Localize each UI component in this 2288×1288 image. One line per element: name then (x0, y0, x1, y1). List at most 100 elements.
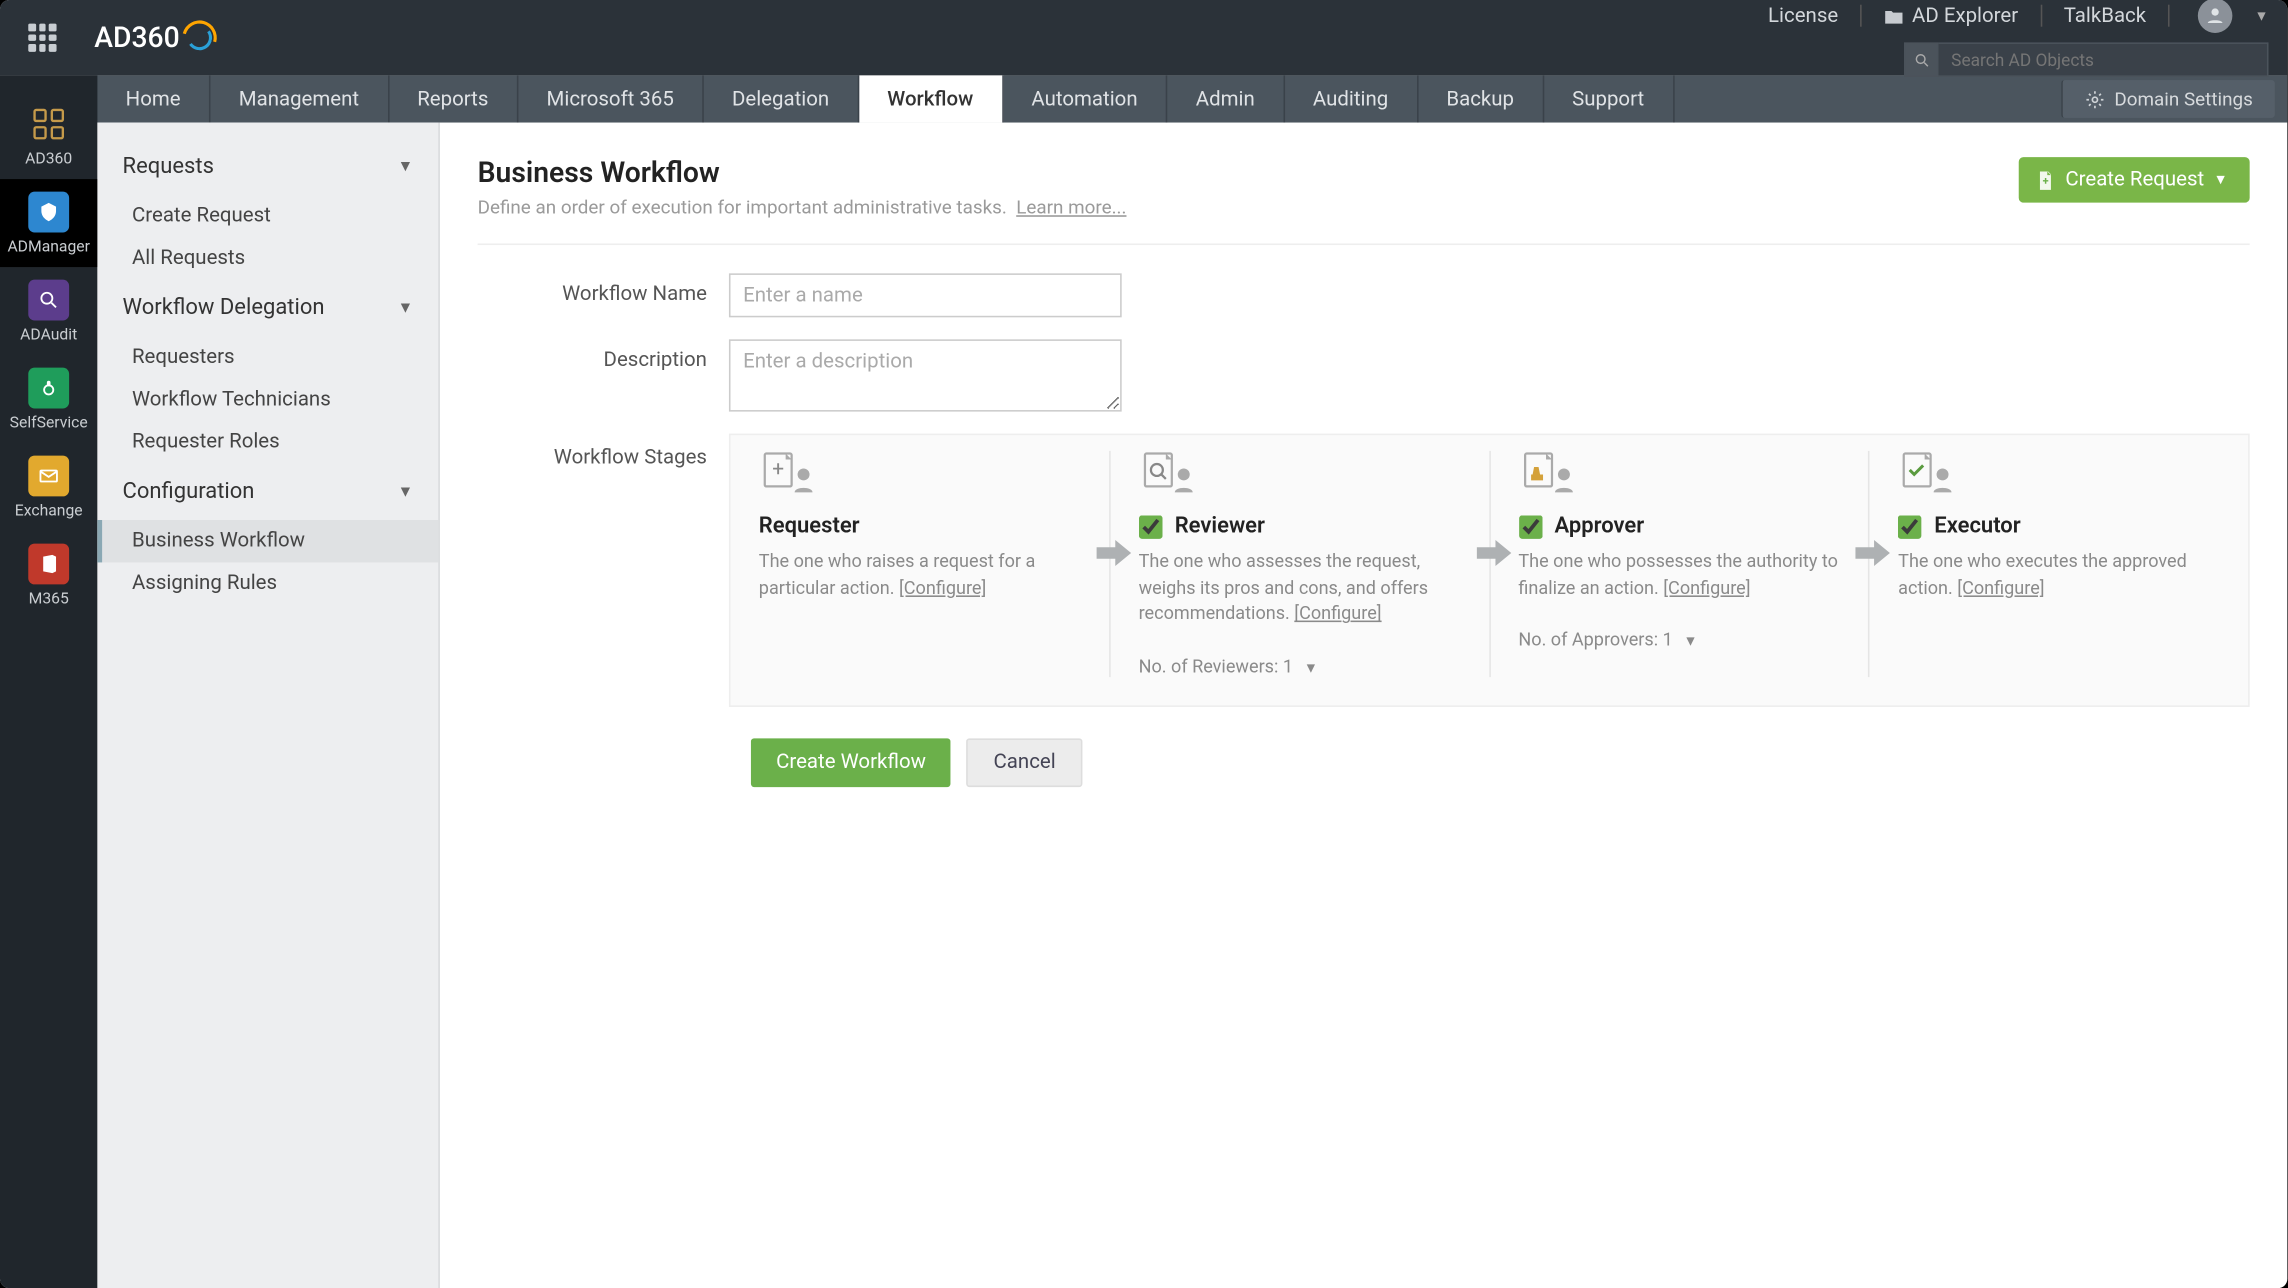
rail-exchange[interactable]: Exchange (0, 443, 97, 531)
tab-delegation[interactable]: Delegation (704, 75, 859, 122)
reviewer-icon (1139, 451, 1199, 498)
configure-link[interactable]: [Configure] (899, 576, 986, 598)
stage-requester: + Requester The one who raises a request… (731, 451, 1111, 677)
sidebar: Requests ▼ Create Request All Requests W… (97, 123, 439, 1288)
create-request-button[interactable]: + Create Request ▼ (2018, 157, 2249, 203)
approver-count-dropdown[interactable]: No. of Approvers: 1 ▼ (1518, 629, 1840, 651)
tab-reports[interactable]: Reports (389, 75, 518, 122)
rail-admanager[interactable]: ADManager (0, 179, 97, 267)
sidebar-head-requests[interactable]: Requests ▼ (97, 138, 438, 195)
reviewer-checkbox[interactable] (1139, 515, 1163, 539)
rail-label: ADManager (7, 238, 90, 255)
stage-title: Requester (759, 514, 860, 539)
chevron-down-icon: ▼ (398, 483, 414, 500)
rail-m365[interactable]: M365 (0, 531, 97, 619)
sidebar-head-label: Workflow Delegation (123, 295, 325, 320)
configure-link[interactable]: [Configure] (1663, 576, 1750, 598)
count-value: 1 (1663, 629, 1673, 651)
approver-checkbox[interactable] (1518, 515, 1542, 539)
sidebar-item-requester-roles[interactable]: Requester Roles (97, 421, 438, 463)
rail-ad360[interactable]: AD360 (0, 91, 97, 179)
count-label: No. of Reviewers: (1139, 655, 1279, 677)
chevron-down-icon[interactable]: ▼ (2255, 7, 2269, 24)
create-request-label: Create Request (2065, 168, 2204, 192)
domain-settings-label: Domain Settings (2114, 88, 2252, 110)
ad-explorer-link[interactable]: AD Explorer (1884, 4, 2018, 28)
rail-label: ADAudit (20, 326, 77, 343)
arrow-icon (1856, 539, 1891, 567)
chevron-down-icon: ▼ (1304, 661, 1318, 677)
brand-arc-icon (183, 20, 218, 55)
gear-icon (2085, 89, 2105, 109)
chevron-down-icon: ▼ (398, 299, 414, 316)
tab-home[interactable]: Home (97, 75, 210, 122)
domain-settings-button[interactable]: Domain Settings (2061, 80, 2275, 118)
description-input[interactable] (729, 339, 1122, 411)
sidebar-head-delegation[interactable]: Workflow Delegation ▼ (97, 280, 438, 337)
sidebar-item-all-requests[interactable]: All Requests (97, 237, 438, 279)
user-avatar[interactable] (2198, 0, 2233, 33)
workflow-name-label: Workflow Name (478, 273, 729, 306)
stage-title: Executor (1934, 514, 2020, 539)
ad-explorer-label: AD Explorer (1912, 4, 2018, 28)
sidebar-item-assigning-rules[interactable]: Assigning Rules (97, 562, 438, 604)
grid-icon (28, 103, 69, 144)
stage-executor: Executor The one who executes the approv… (1870, 451, 2248, 677)
adaudit-icon (28, 279, 69, 320)
talkback-link[interactable]: TalkBack (2064, 4, 2146, 28)
search-icon[interactable] (1904, 42, 1939, 77)
configure-link[interactable]: [Configure] (1294, 602, 1381, 624)
tab-automation[interactable]: Automation (1003, 75, 1167, 122)
svg-text:+: + (2042, 174, 2048, 187)
configure-link[interactable]: [Configure] (1957, 576, 2044, 598)
sidebar-item-business-workflow[interactable]: Business Workflow (97, 520, 438, 562)
sidebar-head-label: Configuration (123, 479, 255, 504)
chevron-down-icon: ▼ (398, 158, 414, 175)
search-input[interactable] (1939, 42, 2269, 77)
page-title: Business Workflow (478, 157, 1127, 190)
sidebar-item-workflow-technicians[interactable]: Workflow Technicians (97, 379, 438, 421)
workflow-stages-label: Workflow Stages (478, 434, 729, 470)
topbar: AD360 License AD Explorer TalkBack ▼ (0, 0, 2287, 75)
sidebar-head-label: Requests (123, 154, 214, 179)
sidebar-head-configuration[interactable]: Configuration ▼ (97, 463, 438, 520)
rail-selfservice[interactable]: SelfService (0, 355, 97, 443)
create-workflow-button[interactable]: Create Workflow (751, 738, 951, 787)
tab-admin[interactable]: Admin (1167, 75, 1284, 122)
workflow-name-input[interactable] (729, 273, 1122, 317)
count-value: 1 (1283, 655, 1293, 677)
stage-desc: The one who assesses the request, weighs… (1139, 550, 1429, 624)
executor-checkbox[interactable] (1898, 515, 1922, 539)
rail-label: Exchange (15, 502, 83, 519)
tab-workflow[interactable]: Workflow (859, 75, 1003, 122)
chevron-down-icon: ▼ (1684, 635, 1698, 651)
m365-icon (28, 543, 69, 584)
brand-logo[interactable]: AD360 (94, 20, 217, 55)
page-subtitle: Define an order of execution for importa… (478, 196, 1127, 218)
apps-grid-icon[interactable] (28, 24, 56, 52)
stage-title: Approver (1555, 514, 1645, 539)
stage-title: Reviewer (1175, 514, 1265, 539)
tab-microsoft365[interactable]: Microsoft 365 (518, 75, 703, 122)
exchange-icon (28, 455, 69, 496)
learn-more-link[interactable]: Learn more... (1016, 196, 1126, 218)
sidebar-item-create-request[interactable]: Create Request (97, 195, 438, 237)
sidebar-item-requesters[interactable]: Requesters (97, 336, 438, 378)
rail-adaudit[interactable]: ADAudit (0, 267, 97, 355)
cancel-button[interactable]: Cancel (967, 738, 1083, 787)
svg-text:+: + (772, 458, 784, 482)
stage-desc: The one who raises a request for a parti… (759, 550, 1036, 598)
tab-support[interactable]: Support (1544, 75, 1674, 122)
tab-auditing[interactable]: Auditing (1285, 75, 1418, 122)
tab-backup[interactable]: Backup (1418, 75, 1544, 122)
rail-label: SelfService (10, 414, 88, 431)
arrow-icon (1476, 539, 1511, 567)
admanager-icon (28, 191, 69, 232)
folder-icon (1884, 7, 1904, 24)
tab-management[interactable]: Management (210, 75, 388, 122)
license-link[interactable]: License (1768, 4, 1838, 28)
chevron-down-icon: ▼ (2214, 171, 2228, 188)
requester-icon: + (759, 451, 819, 498)
brand-text: AD360 (94, 21, 179, 54)
reviewer-count-dropdown[interactable]: No. of Reviewers: 1 ▼ (1139, 655, 1461, 677)
